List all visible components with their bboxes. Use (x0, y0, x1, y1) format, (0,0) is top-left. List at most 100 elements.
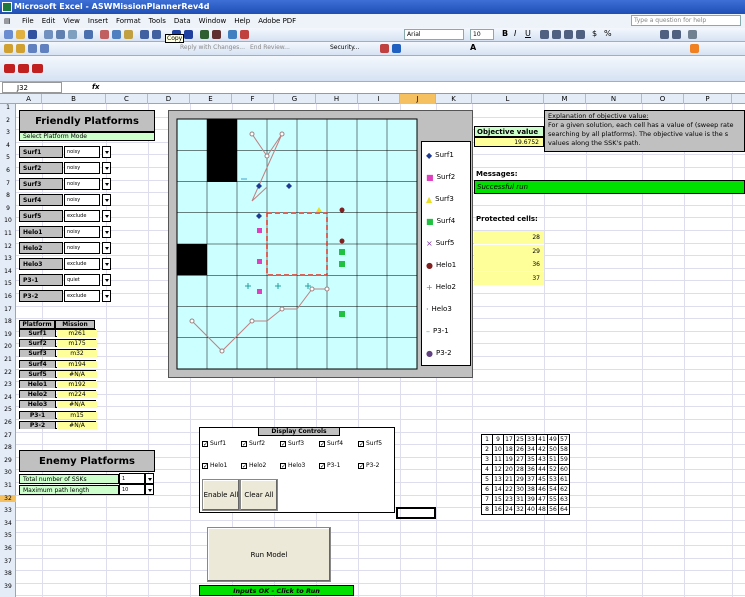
display-toggle[interactable]: ✓ P3-1 (319, 462, 340, 469)
total-ssks-dropdown[interactable] (145, 473, 154, 484)
indent-icon[interactable] (660, 30, 669, 39)
menu-insert[interactable]: Insert (88, 14, 108, 28)
display-toggle[interactable]: ✓ Helo3 (280, 462, 305, 469)
align-center-icon[interactable] (552, 30, 561, 39)
col-header-i[interactable]: I (358, 94, 400, 104)
merge-center-icon[interactable] (576, 30, 585, 39)
total-ssks-select[interactable]: 1 (119, 473, 145, 484)
col-header-f[interactable]: F (232, 94, 274, 104)
max-path-dropdown[interactable] (145, 484, 154, 495)
col-header-m[interactable]: M (544, 94, 586, 104)
row-header-32[interactable]: 32 (0, 494, 16, 502)
form-control-icon[interactable] (690, 44, 699, 53)
display-toggle[interactable]: ✓ Surf4 (319, 440, 343, 447)
menu-window[interactable]: Window (199, 14, 227, 28)
platform-mode-select[interactable]: exclude (64, 210, 100, 222)
platform-mode-select[interactable]: noisy (64, 226, 100, 238)
row-header-5[interactable]: 5 (0, 154, 16, 161)
platform-mode-dropdown[interactable] (102, 242, 111, 254)
menu-help[interactable]: Help (234, 14, 250, 28)
platform-mode-dropdown[interactable] (102, 194, 111, 206)
draw-text-a-icon[interactable]: A (470, 43, 476, 52)
row-header-31[interactable]: 31 (0, 482, 16, 489)
bold-button[interactable]: B (502, 29, 508, 38)
vb-editor-icon[interactable] (392, 44, 401, 53)
cut-icon[interactable] (100, 30, 109, 39)
display-toggle[interactable]: ✓ Helo2 (241, 462, 266, 469)
row-header-14[interactable]: 14 (0, 268, 16, 275)
menu-tools[interactable]: Tools (149, 14, 166, 28)
run-model-button[interactable]: Run Model (207, 527, 331, 582)
row-header-23[interactable]: 23 (0, 381, 16, 388)
menu-data[interactable]: Data (174, 14, 191, 28)
checkbox-icon[interactable]: ✓ (358, 462, 364, 469)
row-header-6[interactable]: 6 (0, 167, 16, 174)
align-right-icon[interactable] (564, 30, 573, 39)
row-header-27[interactable]: 27 (0, 432, 16, 439)
display-toggle[interactable]: ✓ Surf2 (241, 440, 265, 447)
menu-format[interactable]: Format (116, 14, 141, 28)
end-review[interactable]: End Review... (250, 44, 290, 51)
row-header-24[interactable]: 24 (0, 394, 16, 401)
row-header-7[interactable]: 7 (0, 180, 16, 187)
col-header-a[interactable]: A (16, 94, 42, 104)
sort-desc-icon[interactable] (212, 30, 221, 39)
menu-edit[interactable]: Edit (42, 14, 56, 28)
platform-mode-select[interactable]: exclude (64, 258, 100, 270)
borders-icon[interactable] (688, 30, 697, 39)
row-header-15[interactable]: 15 (0, 280, 16, 287)
col-header-l[interactable]: L (472, 94, 544, 104)
row-header-16[interactable]: 16 (0, 293, 16, 300)
drawing-icon[interactable] (240, 30, 249, 39)
row-header-30[interactable]: 30 (0, 469, 16, 476)
underline-button[interactable]: U (525, 29, 531, 38)
checkbox-icon[interactable]: ✓ (241, 462, 247, 469)
row-header-33[interactable]: 33 (0, 507, 16, 514)
fx-icon[interactable]: fx (92, 82, 100, 93)
permission-icon[interactable] (44, 30, 53, 39)
autosum-icon[interactable] (184, 30, 193, 39)
checkbox-icon[interactable]: ✓ (202, 440, 208, 447)
forms-icon-2[interactable] (18, 64, 29, 73)
new-icon[interactable] (4, 30, 13, 39)
col-header-h[interactable]: H (316, 94, 358, 104)
currency-button[interactable]: $ (592, 29, 597, 38)
platform-mode-dropdown[interactable] (102, 258, 111, 270)
row-header-29[interactable]: 29 (0, 457, 16, 464)
italic-button[interactable]: I (514, 29, 516, 38)
print-icon[interactable] (56, 30, 65, 39)
col-header-j[interactable]: J (400, 94, 436, 104)
col-header-o[interactable]: O (642, 94, 684, 104)
platform-mode-select[interactable]: noisy (64, 194, 100, 206)
platform-mode-select[interactable]: noisy (64, 146, 100, 158)
checkbox-icon[interactable]: ✓ (319, 462, 325, 469)
menu-view[interactable]: View (63, 14, 80, 28)
max-path-select[interactable]: 10 (119, 484, 145, 495)
align-left-icon[interactable] (540, 30, 549, 39)
row-header-36[interactable]: 36 (0, 545, 16, 552)
platform-mode-select[interactable]: noisy (64, 242, 100, 254)
copy-icon[interactable] (112, 30, 121, 39)
platform-mode-select[interactable]: noisy (64, 178, 100, 190)
row-header-2[interactable]: 2 (0, 117, 16, 124)
row-header-17[interactable]: 17 (0, 306, 16, 313)
menu-adobe-pdf[interactable]: Adobe PDF (258, 14, 296, 28)
row-header-12[interactable]: 12 (0, 243, 16, 250)
platform-mode-select[interactable]: exclude (64, 290, 100, 302)
col-header-c[interactable]: C (106, 94, 148, 104)
row-header-26[interactable]: 26 (0, 419, 16, 426)
col-header-k[interactable]: K (436, 94, 472, 104)
security-button[interactable]: Security... (330, 44, 360, 51)
row-header-20[interactable]: 20 (0, 343, 16, 350)
redo-icon[interactable] (152, 30, 161, 39)
checkbox-icon[interactable]: ✓ (241, 440, 247, 447)
enable-all-button[interactable]: Enable All (202, 479, 240, 511)
row-header-13[interactable]: 13 (0, 255, 16, 262)
platform-mode-dropdown[interactable] (102, 146, 111, 158)
font-size-select[interactable]: 10 (470, 29, 494, 40)
checkbox-icon[interactable]: ✓ (280, 440, 286, 447)
row-header-38[interactable]: 38 (0, 570, 16, 577)
name-box[interactable]: J32 (2, 82, 62, 93)
sort-asc-icon[interactable] (200, 30, 209, 39)
workbook-icon[interactable]: ▤ (4, 14, 14, 28)
